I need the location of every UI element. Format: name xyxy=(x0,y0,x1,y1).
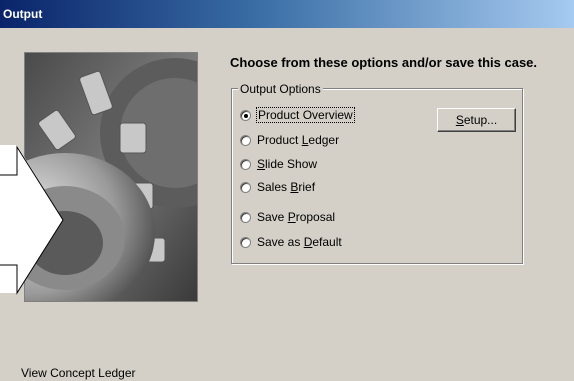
radio-indicator[interactable] xyxy=(240,181,251,193)
title-bar: Output xyxy=(0,0,574,28)
radio-save-proposal[interactable]: Save Proposal xyxy=(240,209,335,225)
radio-product-ledger[interactable]: Product Ledger xyxy=(240,132,339,148)
radio-label: Product Ledger xyxy=(257,133,340,147)
radio-indicator[interactable] xyxy=(240,134,251,146)
radio-label: Save Proposal xyxy=(257,210,336,224)
radio-product-overview[interactable]: Product Overview xyxy=(240,107,355,123)
status-text: View Concept Ledger xyxy=(21,366,136,380)
page-heading: Choose from these options and/or save th… xyxy=(230,55,538,70)
radio-indicator[interactable] xyxy=(240,109,251,121)
window-title: Output xyxy=(3,7,43,21)
radio-label: Slide Show xyxy=(257,157,318,171)
radio-indicator[interactable] xyxy=(240,158,251,170)
group-label: Output Options xyxy=(238,82,323,96)
radio-slide-show[interactable]: Slide Show xyxy=(240,156,317,172)
radio-save-as-default[interactable]: Save as Default xyxy=(240,234,342,250)
radio-label: Sales Brief xyxy=(257,180,316,194)
radio-label: Save as Default xyxy=(257,235,342,249)
radio-indicator[interactable] xyxy=(240,211,251,223)
radio-indicator[interactable] xyxy=(240,236,251,248)
setup-button[interactable]: Setup... xyxy=(437,108,516,132)
radio-label: Product Overview xyxy=(256,107,355,123)
arrow-pointer-icon xyxy=(0,145,64,295)
radio-sales-brief[interactable]: Sales Brief xyxy=(240,179,315,195)
